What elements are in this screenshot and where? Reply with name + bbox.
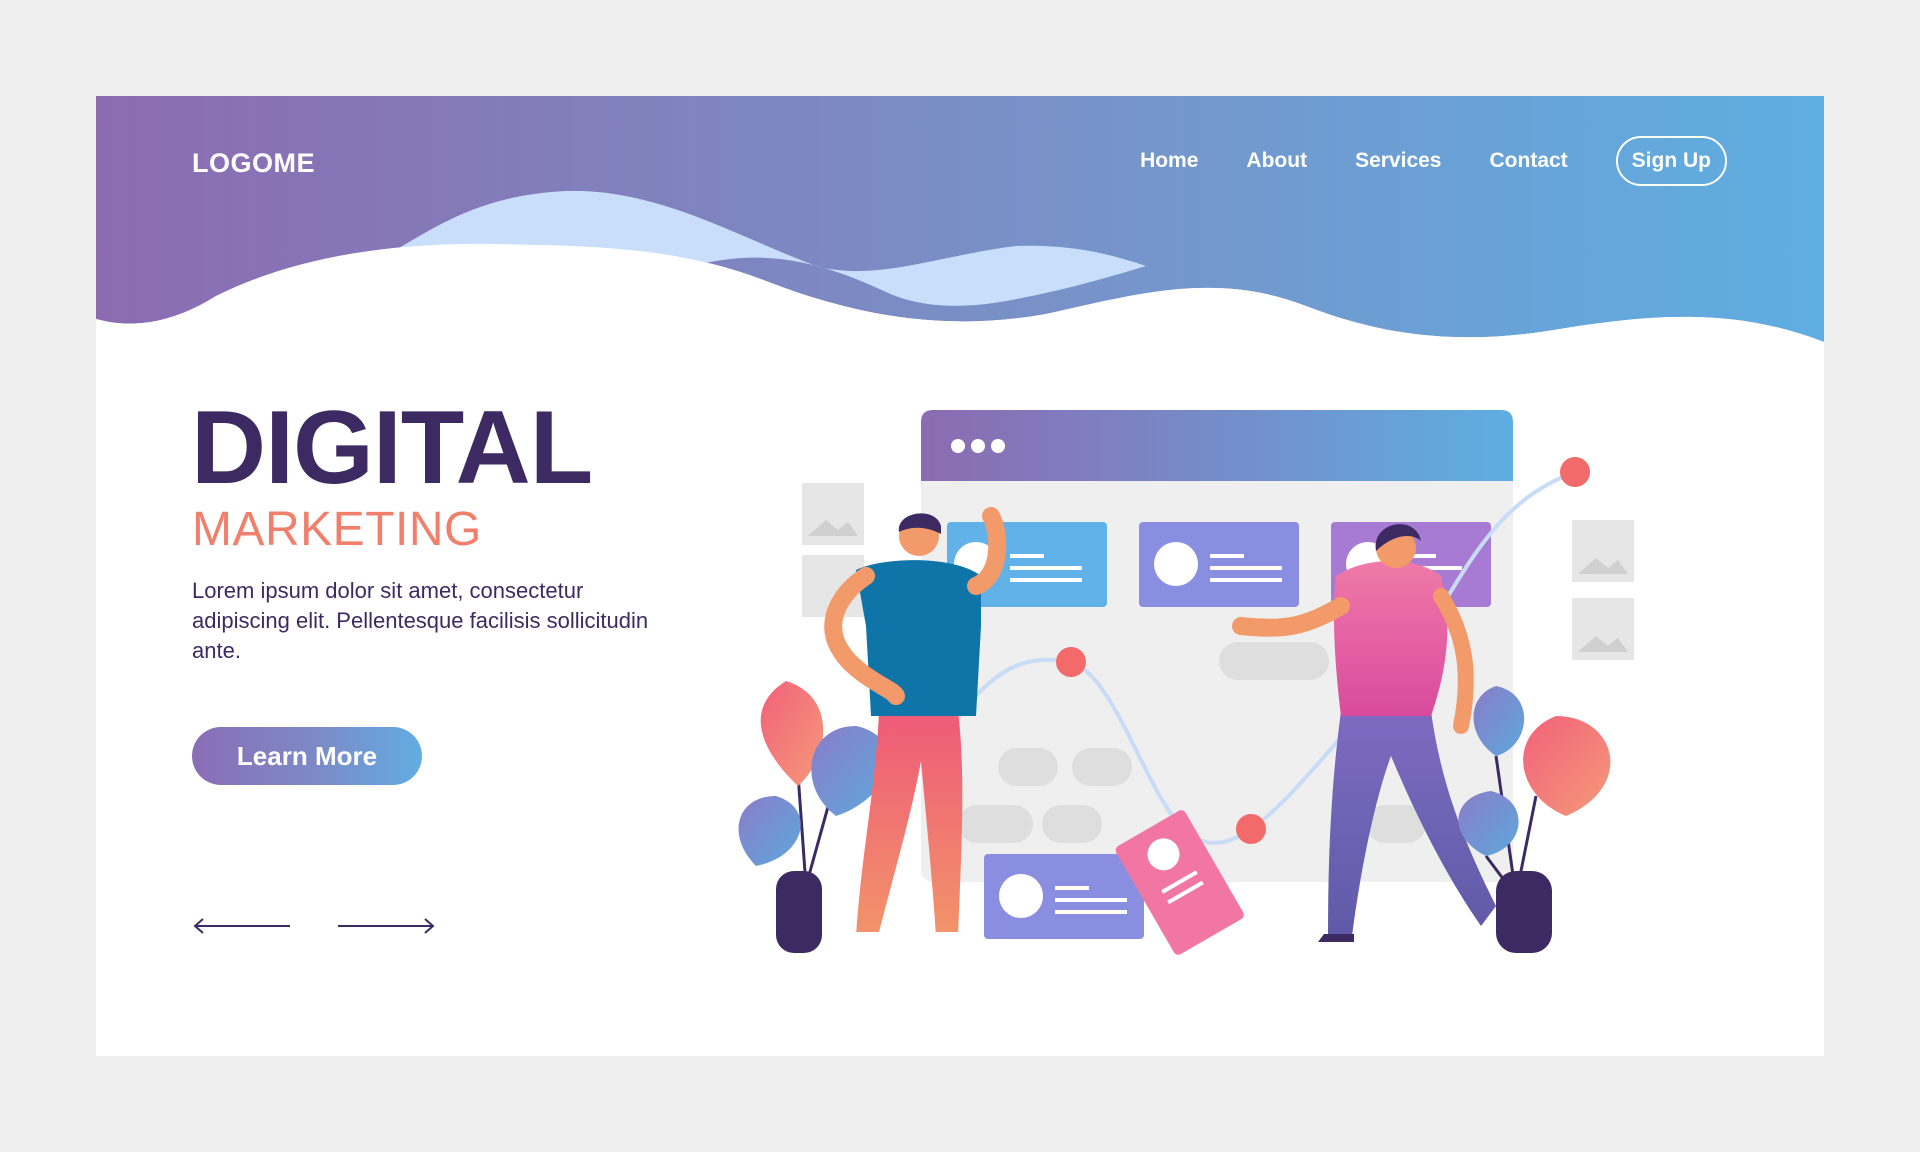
nav-contact-link[interactable]: Contact [1490, 149, 1568, 173]
hero-title: DIGITAL [191, 390, 593, 506]
arrow-left-icon[interactable] [192, 916, 292, 936]
hero-description: Lorem ipsum dolor sit amet, consectetur … [192, 578, 649, 663]
browser-window-illustration [921, 410, 1513, 882]
plant-left-illustration [738, 681, 889, 953]
plant-right-illustration [1458, 686, 1611, 953]
nav-home-link[interactable]: Home [1140, 149, 1198, 173]
man-illustration [824, 507, 1007, 942]
trend-line [944, 470, 1577, 845]
image-placeholder-icon [802, 483, 1634, 660]
sign-up-button[interactable]: Sign Up [1615, 136, 1727, 186]
nav-about-link[interactable]: About [1246, 149, 1307, 173]
woman-illustration [1232, 524, 1496, 942]
trend-point [1236, 814, 1266, 844]
trend-point [1560, 457, 1590, 487]
logo[interactable]: LOGOME [192, 148, 315, 179]
trend-point [1056, 647, 1086, 677]
landing-page-card: LOGOME Home About Services Contact Sign … [96, 96, 1824, 1056]
hero-subtitle: MARKETING [192, 503, 482, 556]
main-nav: Home About Services Contact Sign Up [1092, 136, 1727, 186]
nav-services-link[interactable]: Services [1355, 149, 1441, 173]
header-wave-background [96, 96, 1824, 356]
arrow-right-icon[interactable] [336, 916, 436, 936]
learn-more-button[interactable]: Learn More [192, 727, 422, 785]
